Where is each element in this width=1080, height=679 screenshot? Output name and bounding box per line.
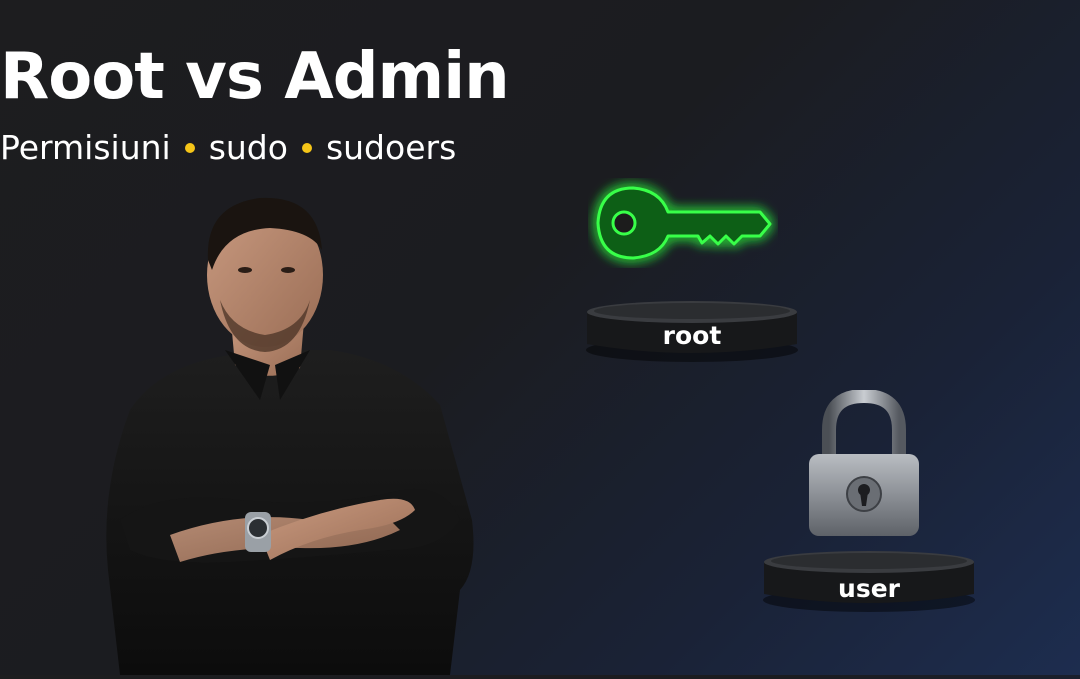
subtitle-item-permisiuni: Permisiuni	[0, 128, 171, 167]
root-label: root	[662, 321, 722, 350]
root-pedestal: root	[585, 298, 799, 362]
user-label: user	[838, 574, 900, 603]
separator-dot	[184, 142, 195, 153]
presenter-image	[100, 190, 480, 675]
key-icon	[588, 178, 778, 268]
subtitle: Permisiuni sudo sudoers	[0, 128, 456, 167]
user-pedestal: user	[762, 548, 976, 612]
subtitle-item-sudo: sudo	[208, 128, 288, 167]
padlock-icon	[805, 388, 923, 540]
separator-dot	[301, 142, 312, 153]
page-title: Root vs Admin	[0, 40, 510, 114]
subtitle-item-sudoers: sudoers	[325, 128, 457, 167]
